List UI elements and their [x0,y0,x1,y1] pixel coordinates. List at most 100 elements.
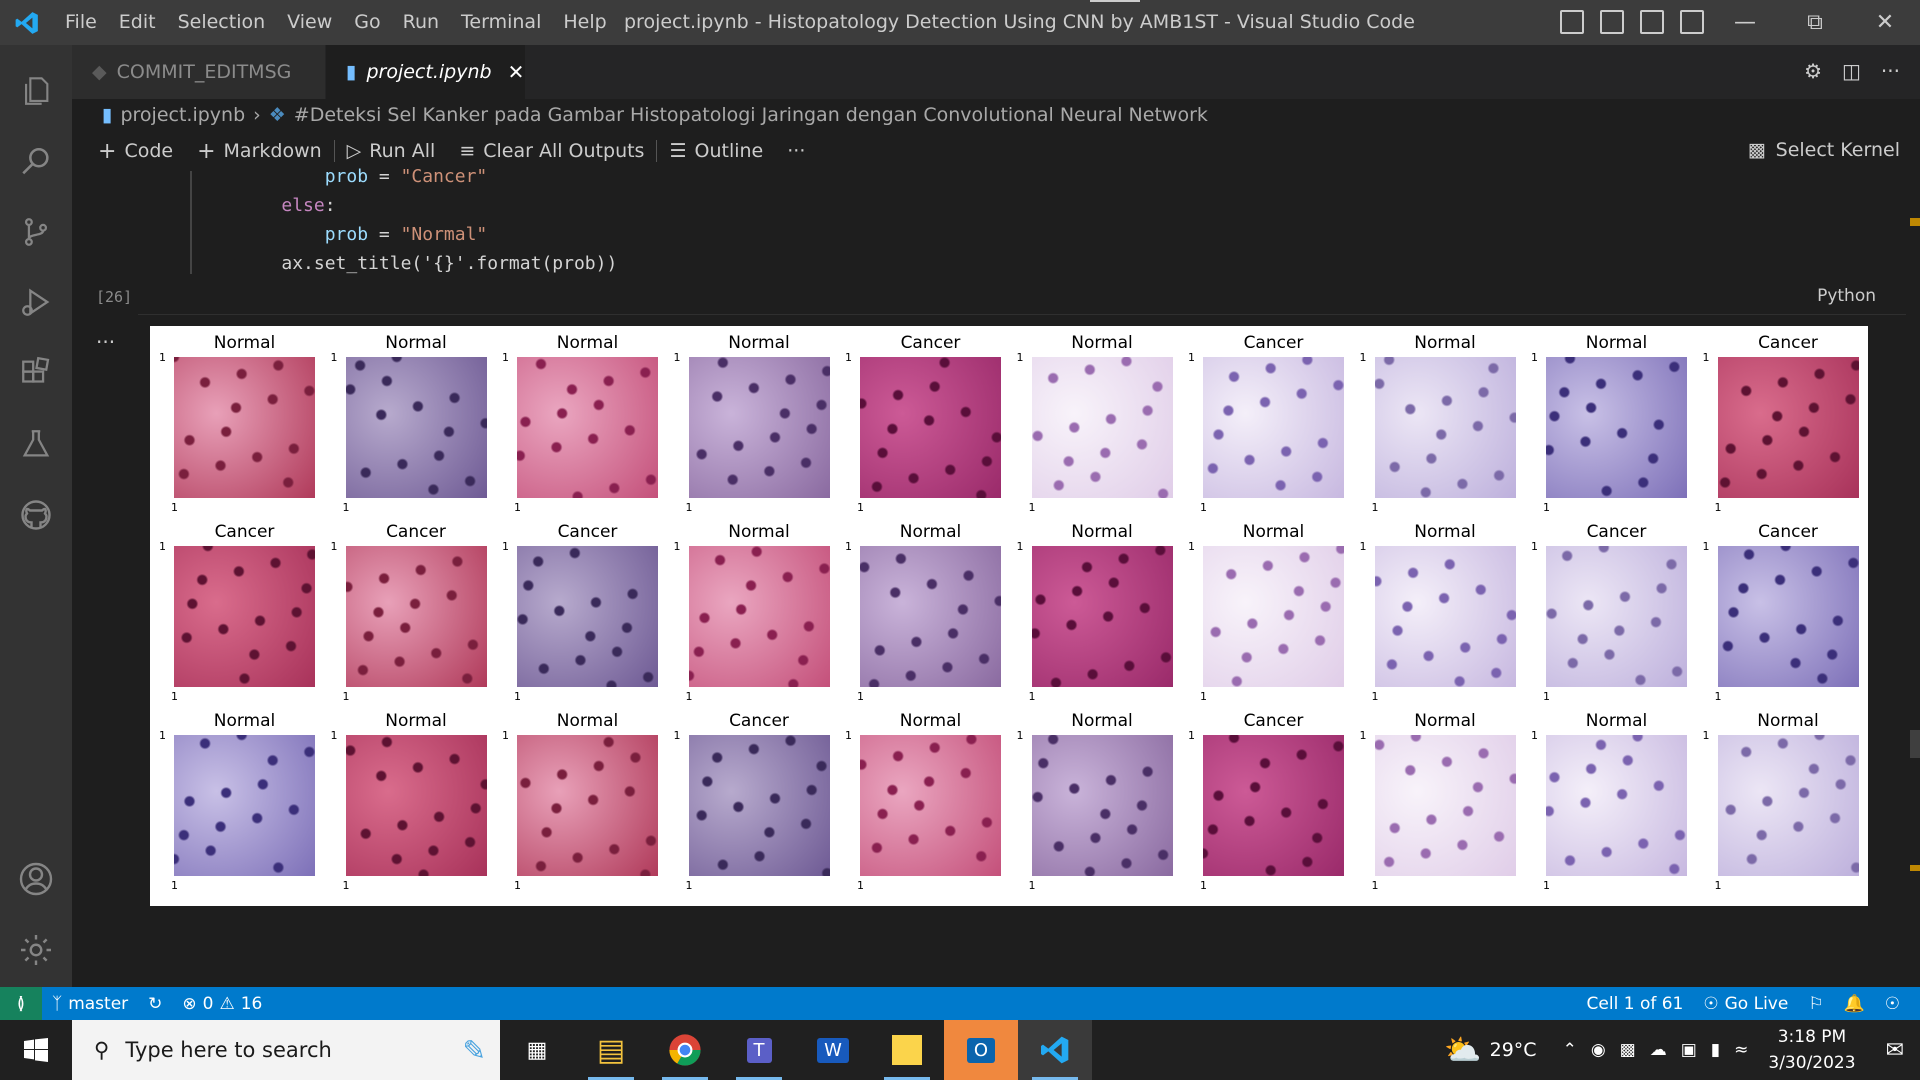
cell-separator [138,314,1906,315]
copilot-icon[interactable]: ☉ [1875,994,1910,1014]
customize-layout-icon[interactable] [1680,10,1704,34]
settings-gear-icon[interactable] [0,914,72,986]
wifi-icon[interactable]: ≈ [1734,1040,1748,1060]
run-all-button[interactable]: ▷ Run All [335,140,448,162]
axis-tick-label: 1 [857,690,864,703]
window-title: project.ipynb - Histopatology Detection … [624,11,1415,33]
search-icon[interactable] [0,126,72,198]
notification-center-icon[interactable]: ✉ [1886,1038,1904,1063]
histology-tile: Normal 1 1 [1017,333,1173,514]
task-view-icon[interactable]: ▦ [500,1020,574,1080]
tile-label: Normal [213,711,276,731]
axis-tick-label: 1 [171,501,178,514]
menu-run[interactable]: Run [392,0,450,45]
output-actions-icon[interactable]: ··· [96,330,115,354]
search-highlight-icon: ✎ [462,1033,486,1067]
accounts-icon[interactable] [0,843,72,915]
code-editor[interactable]: prob = "Cancer" else: prob = "Normal" ax… [238,162,617,278]
menu-terminal[interactable]: Terminal [450,0,552,45]
breadcrumb-section[interactable]: #Deteksi Sel Kanker pada Gambar Histopat… [294,104,1208,126]
code-line: prob = "Normal" [324,224,488,245]
windows-start-icon[interactable] [0,1020,72,1080]
breadcrumb-file[interactable]: project.ipynb [120,104,245,126]
histology-tile: Normal 1 1 [502,333,658,514]
histology-tile: Cancer 1 1 [159,522,315,703]
minimize-icon[interactable]: — [1710,0,1780,45]
screen-capture-icon[interactable]: ▣ [1681,1040,1697,1060]
word-icon[interactable]: W [796,1020,870,1080]
source-control-icon[interactable] [0,196,72,268]
record-icon[interactable]: ◉ [1591,1040,1606,1060]
axis-tick-label: 1 [502,540,509,553]
tab-commit-editmsg[interactable]: ◆ COMMIT_EDITMSG [72,45,326,99]
vscode-taskbar-icon[interactable] [1018,1020,1092,1080]
toggle-primary-sidebar-icon[interactable] [1560,10,1584,34]
close-window-icon[interactable]: ✕ [1850,0,1920,45]
show-hidden-icons-icon[interactable]: ⌃ [1563,1040,1577,1060]
run-debug-icon[interactable] [0,266,72,338]
feedback-icon[interactable]: ⚐ [1798,994,1833,1014]
more-toolbar-button[interactable]: ··· [775,140,817,162]
battery-icon[interactable]: ▮ [1711,1040,1720,1060]
github-icon[interactable] [0,479,72,551]
menu-selection[interactable]: Selection [167,0,277,45]
notebook-settings-gear-icon[interactable]: ⚙ [1804,59,1822,83]
add-markdown-cell-button[interactable]: + Markdown [185,139,334,164]
branch-indicator[interactable]: ᛉ master [42,994,138,1014]
sync-icon[interactable]: ↻ [138,994,172,1014]
close-tab-icon[interactable]: ✕ [508,60,525,84]
chrome-icon[interactable] [648,1020,722,1080]
axis-tick-label: 1 [502,729,509,742]
restore-icon[interactable]: ⧉ [1780,0,1850,45]
axis-tick-label: 1 [857,879,864,892]
scrollbar-thumb[interactable] [1910,730,1920,758]
tissue-image [1717,357,1859,498]
histology-tile: Normal 1 1 [1531,333,1687,514]
explorer-icon[interactable] [0,55,72,127]
menu-file[interactable]: File [54,0,108,45]
sticky-notes-icon[interactable] [870,1020,944,1080]
split-editor-icon[interactable]: ◫ [1842,59,1861,83]
toggle-panel-icon[interactable] [1600,10,1624,34]
meet-now-icon[interactable]: ▩ [1620,1040,1636,1060]
weather-cloud-icon[interactable]: ⛅ [1444,1033,1481,1068]
axis-tick-label: 1 [1359,540,1367,553]
taskbar-search-box[interactable]: ⚲ Type here to search ✎ [72,1020,500,1080]
histology-tile: Cancer 1 1 [674,711,830,892]
clear-all-outputs-button[interactable]: ≡ Clear All Outputs [447,140,656,162]
tissue-image [688,357,830,498]
tissue-image [1717,735,1859,876]
file-explorer-icon[interactable]: ▤ [574,1020,648,1080]
menu-go[interactable]: Go [343,0,391,45]
axis-tick-label: 1 [514,879,521,892]
cell-language[interactable]: Python [1817,286,1876,306]
weather-temp[interactable]: 29°C [1490,1039,1537,1061]
problems-indicator[interactable]: ⊗ 0 ⚠ 16 [172,994,272,1014]
editor-tabs: ◆ COMMIT_EDITMSG ▮ project.ipynb ✕ ⚙ ◫ ·… [72,45,1920,99]
more-actions-icon[interactable]: ··· [1881,59,1900,83]
go-live-button[interactable]: ☉ Go Live [1693,994,1798,1014]
add-code-cell-button[interactable]: + Code [86,139,185,164]
tissue-image [174,546,315,687]
python-icon: ❖ [268,104,286,126]
tissue-image [1374,546,1516,687]
outline-button[interactable]: ☰ Outline [657,140,775,162]
teams-icon[interactable]: T [722,1020,796,1080]
menu-help[interactable]: Help [552,0,617,45]
tab-project-ipynb[interactable]: ▮ project.ipynb ✕ [326,45,526,99]
axis-tick-label: 1 [159,351,166,364]
outlook-icon[interactable]: O [944,1020,1018,1080]
select-kernel-button[interactable]: ▩ Select Kernel [1748,139,1900,161]
extensions-icon[interactable] [0,337,72,409]
toggle-secondary-sidebar-icon[interactable] [1640,10,1664,34]
remote-indicator-icon[interactable]: ≬ [0,987,42,1020]
testing-icon[interactable] [0,408,72,480]
axis-tick-label: 1 [1200,690,1207,703]
onedrive-cloud-icon[interactable]: ☁ [1650,1040,1667,1060]
menu-view[interactable]: View [276,0,343,45]
taskbar-clock[interactable]: 3:18 PM 3/30/2023 [1754,1024,1869,1076]
notifications-bell-icon[interactable]: 🔔 [1834,994,1875,1014]
cell-position[interactable]: Cell 1 of 61 [1577,994,1694,1014]
menu-edit[interactable]: Edit [108,0,167,45]
axis-tick-label: 1 [673,351,681,364]
